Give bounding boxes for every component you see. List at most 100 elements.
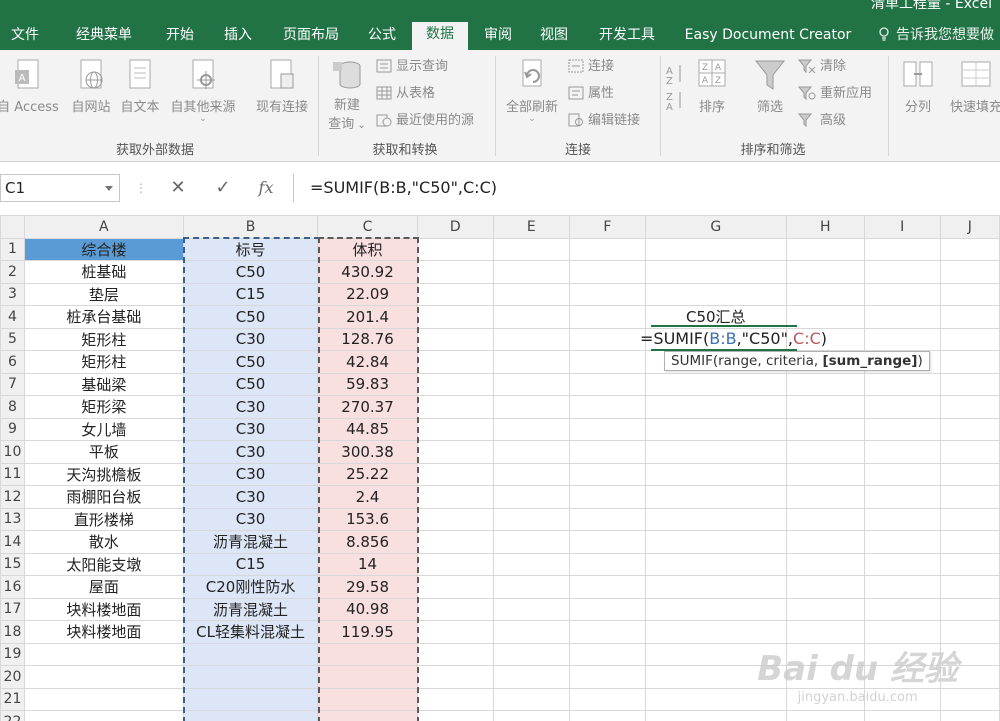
row-header[interactable]: 9 [0, 417, 25, 441]
grade-cell[interactable]: 沥青混凝土 [182, 597, 319, 621]
column-header-f[interactable]: F [568, 215, 646, 239]
volume-cell[interactable]: 119.95 [317, 620, 418, 644]
volume-cell[interactable]: 44.85 [317, 417, 418, 441]
cell[interactable] [568, 282, 646, 306]
row-header[interactable]: 17 [0, 597, 25, 621]
cell[interactable] [492, 440, 570, 464]
cell[interactable] [182, 665, 319, 689]
edit-links-button[interactable]: 编辑链接 [568, 112, 640, 130]
column-header-d[interactable]: D [416, 215, 494, 239]
cell[interactable] [568, 260, 646, 284]
tab-data[interactable]: 数据 [412, 22, 468, 50]
cell[interactable] [785, 260, 865, 284]
cell[interactable] [492, 372, 570, 396]
item-name-cell[interactable]: 矩形柱 [23, 350, 184, 374]
cell[interactable] [644, 260, 787, 284]
cell[interactable] [416, 710, 494, 721]
grade-cell[interactable]: C20刚性防水 [182, 575, 319, 599]
cell[interactable] [939, 395, 1000, 419]
insert-function-icon[interactable]: fx [253, 177, 279, 199]
cell[interactable] [863, 440, 941, 464]
cell[interactable] [785, 305, 865, 329]
cell[interactable] [416, 552, 494, 576]
item-name-cell[interactable]: 平板 [23, 440, 184, 464]
tell-me-box[interactable]: 告诉我您想要做 [878, 24, 994, 46]
cell[interactable] [416, 395, 494, 419]
cell[interactable] [317, 665, 418, 689]
cell[interactable] [492, 552, 570, 576]
cell[interactable] [416, 417, 494, 441]
cancel-icon[interactable]: ✕ [165, 177, 191, 199]
cell[interactable] [939, 462, 1000, 486]
cell[interactable] [416, 620, 494, 644]
tab-review[interactable]: 审阅 [476, 24, 520, 50]
item-name-cell[interactable]: 矩形梁 [23, 395, 184, 419]
cell[interactable] [182, 642, 319, 666]
cell[interactable] [863, 305, 941, 329]
text-to-columns-button[interactable]: 分列 [894, 58, 942, 115]
advanced-filter-button[interactable]: 高级 [797, 112, 846, 130]
item-name-cell[interactable]: 天沟挑檐板 [23, 462, 184, 486]
cell[interactable] [492, 305, 570, 329]
column-header-h[interactable]: H [785, 215, 865, 239]
cell[interactable] [492, 462, 570, 486]
cell[interactable] [492, 237, 570, 261]
cell[interactable] [568, 395, 646, 419]
cell[interactable] [23, 642, 184, 666]
cell[interactable] [492, 282, 570, 306]
cell[interactable] [939, 575, 1000, 599]
cell[interactable] [492, 620, 570, 644]
chevron-down-icon[interactable] [105, 186, 113, 191]
column-header-e[interactable]: E [492, 215, 570, 239]
cell[interactable] [939, 552, 1000, 576]
cell[interactable] [568, 665, 646, 689]
item-name-cell[interactable]: 块料楼地面 [23, 620, 184, 644]
tab-classic-menu[interactable]: 经典菜单 [66, 24, 142, 50]
tab-easy-document-creator[interactable]: Easy Document Creator [680, 24, 856, 50]
volume-cell[interactable]: 22.09 [317, 282, 418, 306]
cell[interactable] [863, 395, 941, 419]
name-box[interactable]: C1 [0, 174, 120, 202]
cell[interactable] [416, 350, 494, 374]
cell[interactable] [416, 462, 494, 486]
cell[interactable] [568, 237, 646, 261]
cell[interactable] [939, 327, 1000, 351]
cell[interactable] [492, 417, 570, 441]
cell[interactable] [317, 642, 418, 666]
cell[interactable] [416, 485, 494, 509]
filter-button[interactable]: 筛选 [748, 58, 792, 115]
cell[interactable] [785, 282, 865, 306]
cell[interactable] [568, 417, 646, 441]
tab-home[interactable]: 开始 [158, 24, 202, 50]
cell[interactable] [939, 417, 1000, 441]
cell[interactable] [644, 282, 787, 306]
cell[interactable] [863, 485, 941, 509]
item-name-cell[interactable]: 桩基础 [23, 260, 184, 284]
cell[interactable] [785, 620, 865, 644]
tab-page-layout[interactable]: 页面布局 [274, 24, 348, 50]
cell[interactable] [644, 440, 787, 464]
cell[interactable] [785, 440, 865, 464]
row-header[interactable]: 3 [0, 282, 25, 306]
cell[interactable] [182, 687, 319, 711]
cell[interactable] [416, 665, 494, 689]
tab-file[interactable]: 文件 [0, 24, 50, 50]
cell[interactable] [939, 260, 1000, 284]
item-name-cell[interactable]: 基础梁 [23, 372, 184, 396]
row-header[interactable]: 13 [0, 507, 25, 531]
grade-cell[interactable]: C30 [182, 440, 319, 464]
cell[interactable] [939, 620, 1000, 644]
grade-cell[interactable]: CL轻集料混凝土 [182, 620, 319, 644]
row-header[interactable]: 7 [0, 372, 25, 396]
cell[interactable] [23, 665, 184, 689]
tab-formulas[interactable]: 公式 [360, 24, 404, 50]
item-name-cell[interactable]: 直形楼梯 [23, 507, 184, 531]
formula-input[interactable]: =SUMIF(B:B,"C50",C:C) [293, 174, 1000, 202]
cell[interactable] [939, 485, 1000, 509]
grade-cell[interactable]: C50 [182, 260, 319, 284]
cell[interactable] [785, 530, 865, 554]
cell[interactable] [863, 372, 941, 396]
cell[interactable] [416, 575, 494, 599]
cell[interactable] [644, 417, 787, 441]
column-header-a[interactable]: A [23, 215, 184, 239]
